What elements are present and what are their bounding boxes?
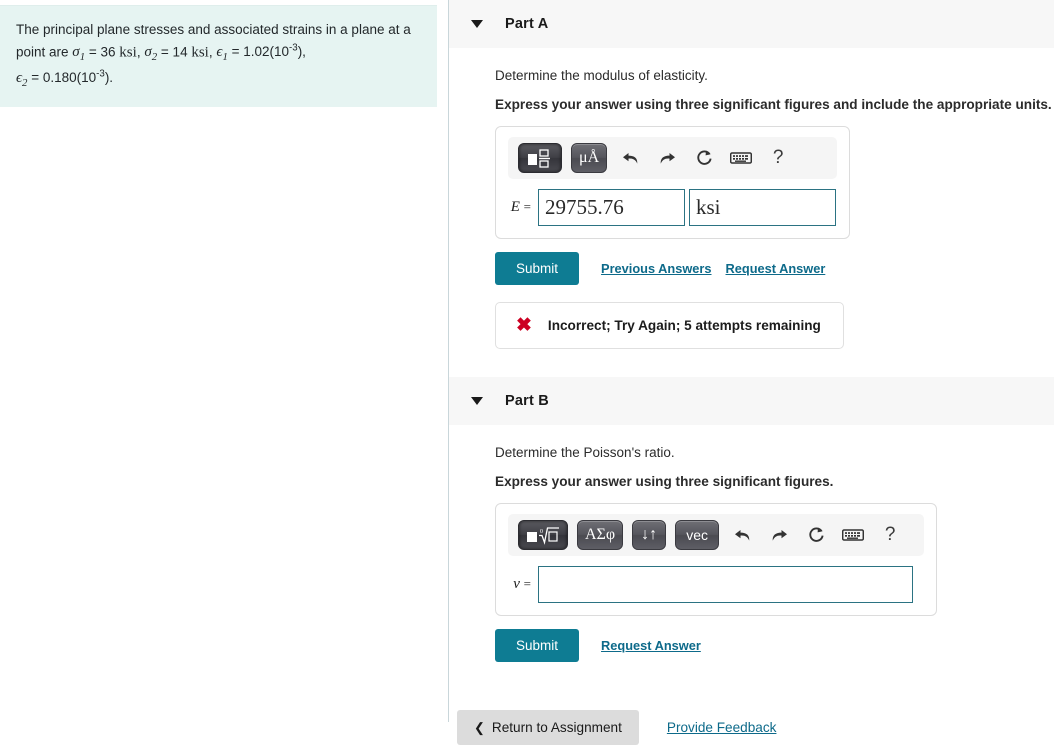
sep-2: ,: [208, 44, 213, 60]
part-b-request-answer-link[interactable]: Request Answer: [601, 638, 701, 653]
units-icon[interactable]: μÅ: [571, 143, 608, 173]
chevron-left-icon: ❮: [474, 720, 485, 735]
return-to-assignment-label: Return to Assignment: [491, 720, 622, 735]
redo-icon[interactable]: [765, 521, 793, 549]
svg-text:0: 0: [540, 529, 543, 535]
reset-icon[interactable]: [802, 521, 830, 549]
part-b-submit-button[interactable]: Submit: [495, 629, 580, 662]
provide-feedback-link[interactable]: Provide Feedback: [667, 720, 777, 735]
epsilon2-symbol: ϵ2: [16, 69, 28, 89]
part-a-submit-row: Submit Previous Answers Request Answer: [495, 252, 1054, 285]
sigma1-value: = 36: [88, 44, 116, 60]
question-line-1: The principal plane stresses and associa…: [16, 22, 411, 37]
part-a-request-answer-link[interactable]: Request Answer: [726, 261, 826, 276]
assignment-page: The principal plane stresses and associa…: [0, 0, 1054, 745]
sigma1-unit: ksi: [119, 44, 137, 61]
greek-letters-icon[interactable]: ΑΣφ: [577, 520, 624, 550]
part-b-body: Determine the Poisson's ratio. Express y…: [449, 445, 1054, 745]
part-b-answer-row: ν =: [508, 566, 924, 603]
question-line-2-prefix: point are: [16, 44, 73, 60]
sigma2-value: = 14: [160, 44, 188, 60]
part-a-body: Determine the modulus of elasticity. Exp…: [449, 68, 1054, 349]
sigma2-symbol: σ2: [144, 44, 158, 64]
answer-column: Part A Determine the modulus of elastici…: [449, 0, 1054, 745]
part-a-answer-card: μÅ ? E = 29755.76 ksi: [495, 126, 850, 239]
help-icon[interactable]: ?: [764, 144, 792, 172]
return-to-assignment-button[interactable]: ❮ Return to Assignment: [457, 710, 639, 745]
part-b-math-toolbar: 0 ΑΣφ ↓↑ vec ?: [508, 514, 924, 556]
part-b-value-input[interactable]: [538, 566, 913, 603]
question-column: The principal plane stresses and associa…: [0, 0, 449, 722]
part-b-instruction: Express your answer using three signific…: [495, 474, 834, 489]
part-a-instruction: Express your answer using three signific…: [495, 97, 1052, 112]
part-b-header[interactable]: Part B: [449, 377, 1054, 425]
epsilon1-symbol: ϵ1: [216, 44, 228, 64]
vector-icon[interactable]: vec: [675, 520, 720, 550]
chevron-down-icon[interactable]: [471, 397, 483, 405]
part-a-answer-row: E = 29755.76 ksi: [508, 189, 837, 226]
part-a-value-input[interactable]: 29755.76: [538, 189, 685, 226]
page-footer: ❮ Return to Assignment Provide Feedback: [453, 710, 1054, 745]
sep-1: ,: [136, 44, 141, 60]
x-mark-icon: ✖: [516, 315, 532, 336]
undo-icon[interactable]: [616, 144, 644, 172]
template-icon[interactable]: [518, 143, 562, 173]
arrows-icon[interactable]: ↓↑: [632, 520, 667, 550]
epsilon2-value: = 0.180(10-3).: [31, 68, 114, 85]
sigma1-symbol: σ1: [72, 44, 86, 64]
chevron-down-icon[interactable]: [471, 20, 483, 28]
part-a-previous-answers-link[interactable]: Previous Answers: [601, 261, 711, 276]
part-a-feedback-text: Incorrect; Try Again; 5 attempts remaini…: [547, 318, 821, 333]
part-b-submit-row: Submit Request Answer: [495, 629, 1054, 662]
epsilon1-value: = 1.02(10-3),: [231, 42, 306, 60]
part-b-prompt: Determine the Poisson's ratio.: [495, 445, 675, 460]
part-a-prompt: Determine the modulus of elasticity.: [495, 68, 708, 83]
part-a-header[interactable]: Part A: [449, 0, 1054, 48]
part-a-math-toolbar: μÅ ?: [508, 137, 837, 179]
part-b-answer-card: 0 ΑΣφ ↓↑ vec ? ν =: [495, 503, 937, 616]
undo-icon[interactable]: [728, 521, 756, 549]
question-statement-panel: The principal plane stresses and associa…: [0, 5, 437, 108]
redo-icon[interactable]: [653, 144, 681, 172]
help-icon[interactable]: ?: [876, 521, 904, 549]
part-a-submit-button[interactable]: Submit: [495, 252, 580, 285]
keyboard-icon[interactable]: [839, 521, 867, 549]
part-a-unit-input[interactable]: ksi: [689, 189, 836, 226]
part-a-title: Part A: [505, 16, 549, 32]
part-a-feedback-box: ✖ Incorrect; Try Again; 5 attempts remai…: [495, 302, 844, 349]
template-sqrt-icon[interactable]: 0: [518, 520, 568, 550]
reset-icon[interactable]: [690, 144, 718, 172]
sigma2-unit: ksi: [191, 44, 209, 61]
part-b-title: Part B: [505, 393, 549, 409]
part-a-variable-label: E =: [510, 199, 531, 215]
keyboard-icon[interactable]: [727, 144, 755, 172]
part-b-variable-label: ν =: [513, 576, 531, 592]
